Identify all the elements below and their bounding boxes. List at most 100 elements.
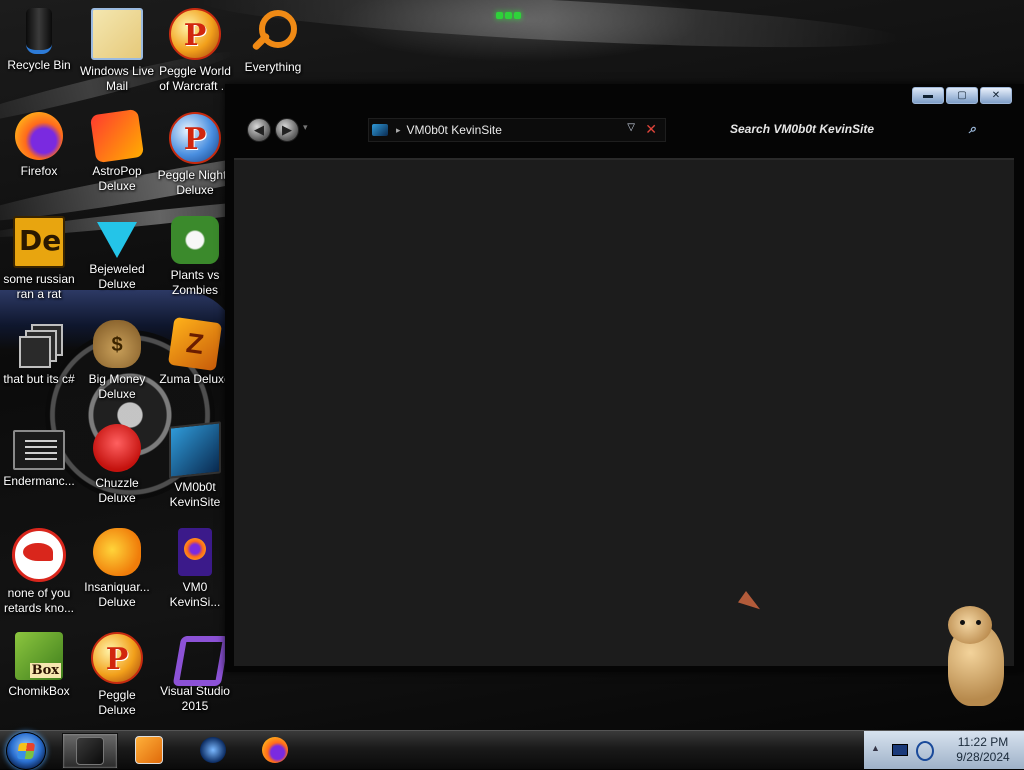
peggle-icon: P: [91, 632, 143, 684]
vm-shortcut-icon: [169, 421, 221, 479]
desktop-icon-chomikbox[interactable]: Box ChomikBox: [0, 626, 78, 726]
back-button[interactable]: ◀: [247, 118, 271, 142]
desktop-icon-zuma[interactable]: Z Zuma Deluxe: [156, 314, 234, 414]
hamster-box-icon: Box: [15, 632, 63, 680]
desktop-icon-label: VM0b0t KevinSite: [169, 480, 221, 509]
start-button[interactable]: [6, 732, 46, 770]
plant-icon: [171, 216, 219, 264]
desktop-icon-label: Chuzzle Deluxe: [95, 476, 139, 505]
desktop-icon-label: Everything: [244, 60, 302, 74]
window-controls: ▬ ▢ ✕: [912, 87, 1012, 104]
zuma-icon: Z: [167, 316, 223, 372]
astropop-icon: [89, 108, 145, 164]
desktop-icon-recycle-bin[interactable]: Recycle Bin: [0, 2, 78, 102]
rat-icon: [12, 528, 66, 582]
address-dropdown-icon[interactable]: ▽: [627, 122, 635, 133]
desktop-icon-label: Peggle Deluxe: [98, 688, 136, 717]
desktop-icon-label: Big Money Deluxe: [88, 372, 146, 401]
desktop-icon-astropop[interactable]: AstroPop Deluxe: [78, 106, 156, 206]
visual-studio-icon: [171, 632, 230, 686]
address-clear-icon[interactable]: ✕: [645, 121, 657, 138]
desktop-icon-bejeweled[interactable]: Bejeweled Deluxe: [78, 210, 156, 310]
desktop-icon-label: some russian ran a rat: [3, 272, 75, 301]
console-icon: [13, 430, 65, 470]
clock-date: 9/28/2024: [956, 750, 1010, 764]
windows-logo-icon: [16, 743, 36, 759]
desktop-icon-russian-rat[interactable]: De some russian ran a rat: [0, 210, 78, 310]
hamster-desktop-pet[interactable]: [944, 604, 1004, 708]
taskbar-item-media-player[interactable]: [122, 733, 176, 767]
desktop-icon-peggle-nights[interactable]: P Peggle Nights Deluxe: [156, 106, 234, 206]
desktop-icon-visual-studio[interactable]: Visual Studio 2015: [156, 626, 234, 726]
folder-icon: [372, 124, 388, 136]
desktop-icon-peggle-deluxe[interactable]: P Peggle Deluxe: [78, 626, 156, 726]
desktop-icon-chuzzle[interactable]: Chuzzle Deluxe: [78, 418, 156, 518]
media-player-icon: [135, 736, 163, 764]
desktop-icon-vm0b0t-kevinsite[interactable]: VM0b0t KevinSite: [156, 418, 234, 518]
maximize-button[interactable]: ▢: [946, 87, 978, 104]
recycle-bin-icon: [26, 8, 52, 54]
desktop-icon-label: Firefox: [20, 164, 58, 178]
desktop-icon-label: Zuma Deluxe: [159, 372, 231, 386]
peggle-icon: P: [169, 8, 221, 60]
firefox-icon: [15, 112, 63, 160]
desktop-icon-label: Visual Studio 2015: [160, 684, 230, 713]
desktop-icon-label: that but its c#: [3, 372, 75, 386]
desktop-icon-that-but-its-csharp[interactable]: that but its c#: [0, 314, 78, 414]
desktop-icon-insaniquarium[interactable]: Insaniquar... Deluxe: [78, 522, 156, 622]
taskbar-item-firefox[interactable]: [248, 733, 302, 767]
desktop-icon-label: Endermanc...: [3, 474, 75, 488]
wallpaper-logo: [496, 6, 528, 19]
peggle-nights-icon: P: [169, 112, 221, 164]
desktop-icon-big-money[interactable]: $ Big Money Deluxe: [78, 314, 156, 414]
desktop-icon-label: Plants vs Zombies: [170, 268, 220, 297]
close-button[interactable]: ✕: [980, 87, 1012, 104]
desktop-icon-label: AstroPop Deluxe: [92, 164, 142, 193]
desktop-icon-label: none of you retards kno...: [3, 586, 75, 615]
breadcrumb-current[interactable]: VM0b0t KevinSite: [407, 123, 502, 137]
system-tray: ▲ 11:22 PM 9/28/2024: [864, 731, 1024, 769]
chuzzle-icon: [93, 424, 141, 472]
desktop-icon-vm0-kevinsite[interactable]: VM0 KevinSi...: [156, 522, 234, 622]
network-icon[interactable]: [916, 741, 934, 761]
desktop-icon-windows-live-mail[interactable]: Windows Live Mail: [78, 2, 156, 102]
folder-icon: [76, 737, 104, 765]
ie-icon: [200, 737, 226, 763]
address-bar[interactable]: ▸ VM0b0t KevinSite ▽ ✕: [368, 118, 666, 142]
taskbar-item-explorer[interactable]: [62, 733, 118, 769]
desktop-icon-label: Windows Live Mail: [79, 64, 155, 93]
desktop-icon-label: ChomikBox: [8, 684, 70, 698]
desktop-icon-endermanch[interactable]: Endermanc...: [0, 418, 78, 518]
desktop-icon-label: Peggle Nights Deluxe: [157, 168, 233, 197]
recent-pages-dropdown[interactable]: ▾: [303, 122, 308, 133]
desktop-icon-label: VM0 KevinSi...: [169, 580, 221, 609]
clock[interactable]: 11:22 PM 9/28/2024: [944, 735, 1022, 765]
breadcrumb-separator-icon[interactable]: ▸: [396, 125, 401, 136]
desktop-icon-none-of-you[interactable]: none of you retards kno...: [0, 522, 78, 622]
fish-icon: [93, 528, 141, 576]
search-placeholder: Search VM0b0t KevinSite: [730, 122, 875, 136]
minimize-button[interactable]: ▬: [912, 87, 944, 104]
magnifier-icon: [249, 8, 297, 56]
desktop-icon-firefox[interactable]: Firefox: [0, 106, 78, 206]
desktop-icon-label: Insaniquar... Deluxe: [84, 580, 150, 609]
firefox-document-icon: [178, 528, 212, 576]
explorer-window: ▬ ▢ ✕ ◀ ▶ ▾ ▸ VM0b0t KevinSite ▽ ✕ Searc…: [225, 84, 1024, 672]
taskbar-item-ie[interactable]: [186, 733, 240, 767]
search-icon[interactable]: ⌕: [969, 121, 976, 137]
folder-content-area[interactable]: [234, 158, 1014, 666]
mail-icon: [91, 8, 143, 60]
desktop-icon-peggle-wow[interactable]: P Peggle World of Warcraft ...: [156, 2, 234, 102]
taskbar: ▲ 11:22 PM 9/28/2024: [0, 730, 1024, 770]
display-icon[interactable]: [892, 744, 908, 756]
search-box[interactable]: Search VM0b0t KevinSite ⌕: [730, 118, 976, 140]
show-hidden-icons-chevron-icon[interactable]: ▲: [871, 743, 880, 753]
desktop-icon-plants-vs-zombies[interactable]: Plants vs Zombies: [156, 210, 234, 310]
firefox-icon: [262, 737, 288, 763]
desktop-icon-label: Recycle Bin: [7, 58, 71, 72]
forward-button[interactable]: ▶: [275, 118, 299, 142]
gem-icon: [97, 222, 137, 258]
de-icon: De: [13, 216, 65, 268]
desktop-icon-label: Bejeweled Deluxe: [89, 262, 145, 291]
stacked-windows-icon: [15, 320, 63, 368]
